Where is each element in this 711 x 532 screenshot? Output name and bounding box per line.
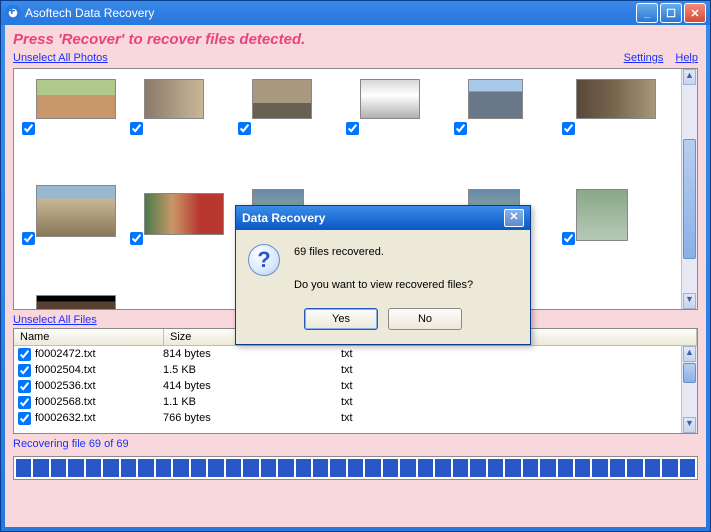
minimize-button[interactable]: _ (636, 3, 658, 23)
photo-checkbox[interactable] (22, 122, 35, 135)
col-name[interactable]: Name (14, 329, 164, 345)
file-name: f0002632.txt (35, 412, 163, 424)
table-row[interactable]: f0002504.txt 1.5 KB txt (14, 362, 697, 378)
status-text: Recovering file 69 of 69 (5, 434, 706, 454)
app-window: Asoftech Data Recovery _ ☐ ✕ Press 'Reco… (0, 0, 711, 532)
scroll-up-icon[interactable]: ▲ (683, 69, 696, 85)
photo-thumbnail[interactable] (144, 79, 204, 119)
file-size: 814 bytes (163, 348, 341, 360)
photo-thumbnail[interactable] (576, 189, 628, 241)
file-size: 1.5 KB (163, 364, 341, 376)
photo-item[interactable] (558, 75, 666, 185)
file-checkbox[interactable] (18, 412, 31, 425)
titlebar[interactable]: Asoftech Data Recovery _ ☐ ✕ (1, 1, 710, 25)
photo-item[interactable] (126, 185, 234, 295)
scroll-up-icon[interactable]: ▲ (683, 346, 696, 362)
photo-item[interactable] (18, 295, 126, 310)
table-row[interactable]: f0002536.txt 414 bytes txt (14, 378, 697, 394)
instruction-text: Press 'Recover' to recover files detecte… (5, 25, 706, 52)
photo-thumbnail[interactable] (36, 295, 116, 310)
photo-checkbox[interactable] (130, 232, 143, 245)
settings-link[interactable]: Settings (624, 52, 664, 64)
photo-item[interactable] (18, 75, 126, 185)
photos-scrollbar[interactable]: ▲ ▼ (681, 69, 697, 309)
unselect-files-link[interactable]: Unselect All Files (13, 314, 97, 326)
no-button[interactable]: No (388, 308, 462, 330)
photo-checkbox[interactable] (454, 122, 467, 135)
dialog-title: Data Recovery (242, 211, 325, 225)
file-ext: txt (341, 396, 491, 408)
dialog-text: 69 files recovered. Do you want to view … (294, 244, 473, 294)
scroll-thumb[interactable] (683, 363, 696, 383)
photo-checkbox[interactable] (130, 122, 143, 135)
photo-checkbox[interactable] (562, 232, 575, 245)
dialog-titlebar[interactable]: Data Recovery ✕ (236, 206, 530, 230)
file-size: 414 bytes (163, 380, 341, 392)
file-ext: txt (341, 364, 491, 376)
file-checkbox[interactable] (18, 348, 31, 361)
photo-thumbnail[interactable] (360, 79, 420, 119)
file-size: 766 bytes (163, 412, 341, 424)
top-links-row: Unselect All Photos Settings Help (5, 52, 706, 68)
question-icon: ? (248, 244, 280, 276)
dialog-line1: 69 files recovered. (294, 244, 473, 261)
photo-checkbox[interactable] (238, 122, 251, 135)
photo-item[interactable] (126, 75, 234, 185)
files-body: f0002472.txt 814 bytes txt f0002504.txt … (14, 346, 697, 426)
help-link[interactable]: Help (675, 52, 698, 64)
photo-thumbnail[interactable] (36, 185, 116, 237)
photo-thumbnail[interactable] (36, 79, 116, 119)
photo-thumbnail[interactable] (468, 79, 523, 119)
photo-item[interactable] (558, 185, 666, 295)
photo-item[interactable] (342, 75, 450, 185)
file-ext: txt (341, 412, 491, 424)
progress-bar (13, 456, 698, 480)
dialog: Data Recovery ✕ ? 69 files recovered. Do… (235, 205, 531, 345)
scroll-down-icon[interactable]: ▼ (683, 293, 696, 309)
file-checkbox[interactable] (18, 364, 31, 377)
photo-item[interactable] (18, 185, 126, 295)
dialog-buttons: Yes No (236, 302, 530, 344)
file-name: f0002472.txt (35, 348, 163, 360)
photo-checkbox[interactable] (346, 122, 359, 135)
close-button[interactable]: ✕ (684, 3, 706, 23)
dialog-body: ? 69 files recovered. Do you want to vie… (236, 230, 530, 302)
file-name: f0002568.txt (35, 396, 163, 408)
file-checkbox[interactable] (18, 396, 31, 409)
photo-checkbox[interactable] (22, 232, 35, 245)
scroll-thumb[interactable] (683, 139, 696, 259)
dialog-close-button[interactable]: ✕ (504, 209, 524, 227)
app-icon (5, 5, 21, 21)
photo-checkbox[interactable] (562, 122, 575, 135)
photo-item[interactable] (234, 75, 342, 185)
yes-button[interactable]: Yes (304, 308, 378, 330)
photo-thumbnail[interactable] (576, 79, 656, 119)
file-ext: txt (341, 380, 491, 392)
file-checkbox[interactable] (18, 380, 31, 393)
app-title: Asoftech Data Recovery (25, 6, 634, 20)
files-scrollbar[interactable]: ▲ ▼ (681, 346, 697, 433)
file-size: 1.1 KB (163, 396, 341, 408)
maximize-button[interactable]: ☐ (660, 3, 682, 23)
file-name: f0002536.txt (35, 380, 163, 392)
photo-thumbnail[interactable] (252, 79, 312, 119)
photo-thumbnail[interactable] (144, 193, 224, 235)
photo-item[interactable] (450, 75, 558, 185)
scroll-down-icon[interactable]: ▼ (683, 417, 696, 433)
file-ext: txt (341, 348, 491, 360)
dialog-line2: Do you want to view recovered files? (294, 277, 473, 294)
table-row[interactable]: f0002632.txt 766 bytes txt (14, 410, 697, 426)
table-row[interactable]: f0002472.txt 814 bytes txt (14, 346, 697, 362)
unselect-photos-link[interactable]: Unselect All Photos (13, 52, 108, 64)
file-name: f0002504.txt (35, 364, 163, 376)
table-row[interactable]: f0002568.txt 1.1 KB txt (14, 394, 697, 410)
